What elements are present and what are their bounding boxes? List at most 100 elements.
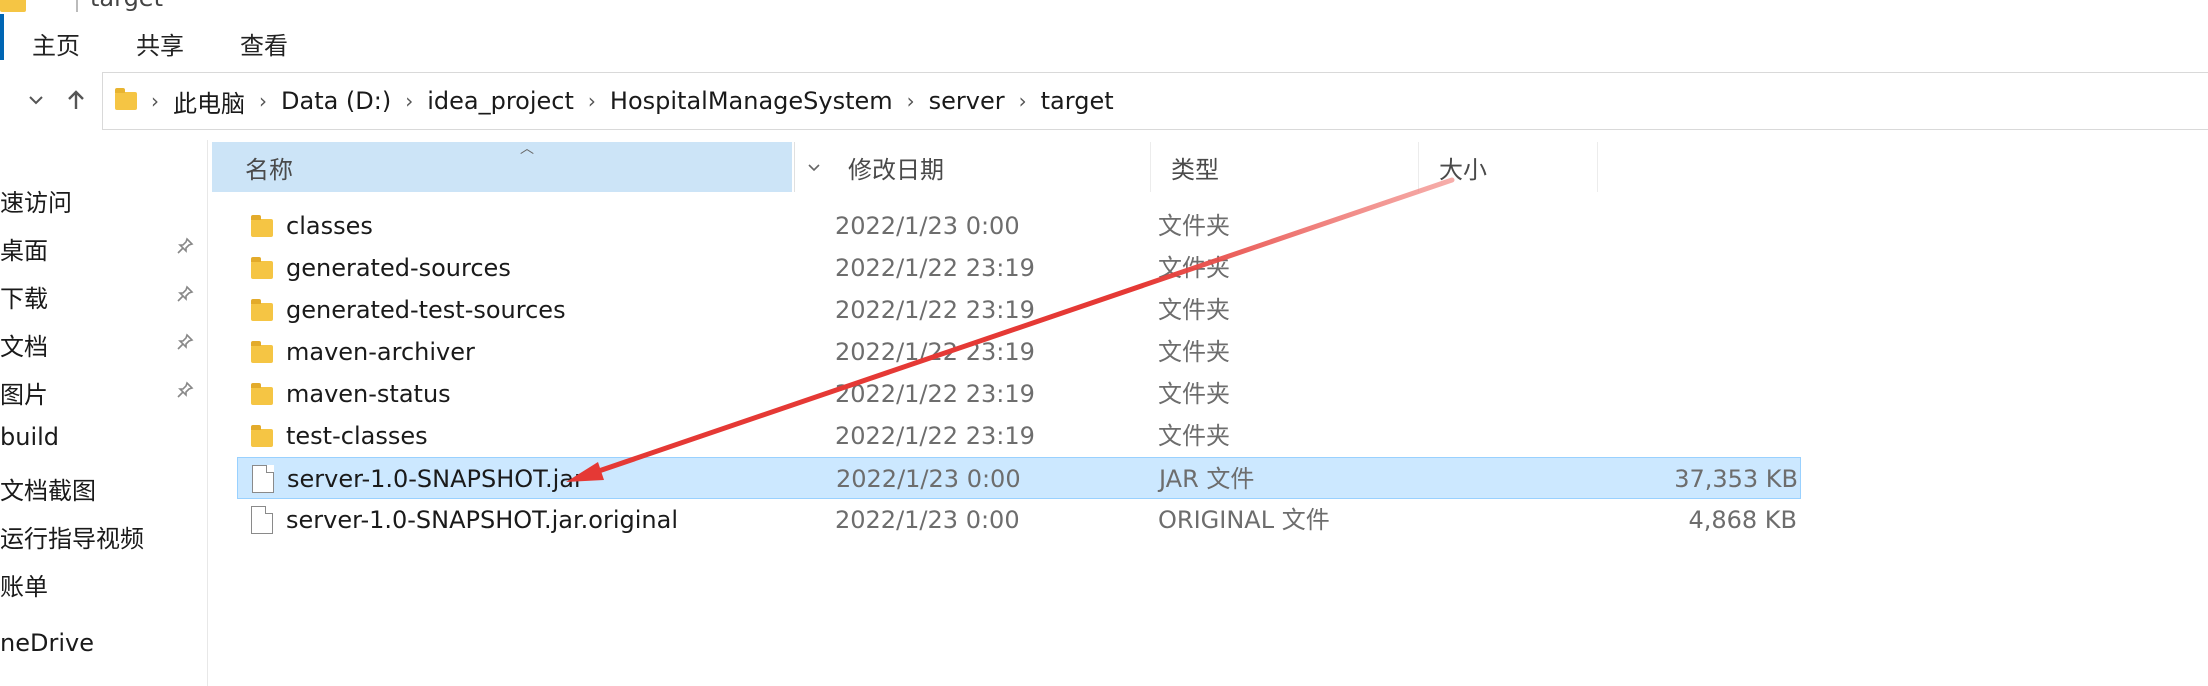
file-size: 37,353 KB [1674,465,1798,493]
title-bar: target [0,0,2208,14]
title-separator [76,0,78,12]
file-size [1457,289,1797,331]
chevron-down-icon [29,96,43,105]
file-row[interactable]: classes 2022/1/23 0:00 文件夹 [237,205,1801,247]
column-header-date[interactable]: 修改日期 [832,142,1152,192]
file-name: classes [286,212,373,240]
file-row[interactable]: generated-sources 2022/1/22 23:19 文件夹 [237,247,1801,289]
chevron-right-icon[interactable]: › [151,89,159,113]
breadcrumb-target[interactable]: target [1041,87,1114,115]
file-icon [251,506,273,534]
file-name: server-1.0-SNAPSHOT.jar.original [286,506,678,534]
file-type: ORIGINAL 文件 [1158,506,1330,534]
file-size: 4,868 KB [1688,506,1797,534]
file-row[interactable]: maven-status 2022/1/22 23:19 文件夹 [237,373,1801,415]
column-header-name[interactable]: ︿ 名称 [212,141,792,192]
chevron-down-icon [807,164,820,172]
recent-locations-button[interactable] [16,80,56,120]
file-size [1457,373,1797,415]
folder-icon [251,341,273,363]
file-date: 2022/1/23 0:00 [835,212,1020,240]
nav-item-guide-videos[interactable]: 运行指导视频 [0,519,144,553]
nav-item-quick-access[interactable]: 速访问 [0,183,72,217]
nav-item-onedrive[interactable]: neDrive [0,629,94,663]
file-type: 文件夹 [1158,380,1230,408]
nav-item-build[interactable]: build [0,423,59,457]
folder-icon [115,88,137,110]
file-row-selected[interactable]: server-1.0-SNAPSHOT.jar 2022/1/23 0:00 J… [237,457,1801,499]
folder-icon [0,0,26,12]
nav-item-desktop[interactable]: 桌面 [0,231,48,265]
file-size [1457,247,1797,289]
column-header-type[interactable]: 类型 [1150,142,1420,192]
breadcrumb-server[interactable]: server [929,87,1005,115]
nav-item-documents[interactable]: 文档 [0,327,48,361]
sort-ascending-icon: ︿ [520,141,534,157]
file-type: 文件夹 [1158,422,1230,450]
breadcrumb-this-pc[interactable]: 此电脑 [173,84,245,119]
file-list: classes 2022/1/23 0:00 文件夹 generated-sou… [212,205,2208,685]
nav-item-pictures[interactable]: 图片 [0,375,48,409]
file-icon [252,465,274,493]
address-bar[interactable]: › 此电脑 › Data (D:) › idea_project › Hospi… [102,72,2208,130]
arrow-up-icon [68,90,84,109]
file-name: maven-status [286,380,451,408]
file-row[interactable]: generated-test-sources 2022/1/22 23:19 文… [237,289,1801,331]
breadcrumb-drive[interactable]: Data (D:) [281,87,391,115]
file-size [1457,331,1797,373]
file-date: 2022/1/22 23:19 [835,380,1035,408]
navigation-pane: 速访问 桌面 下载 文档 图片 build 文档截图 运行指导视频 账单 neD… [0,140,208,686]
file-date: 2022/1/22 23:19 [835,254,1035,282]
file-row[interactable]: test-classes 2022/1/22 23:19 文件夹 [237,415,1801,457]
file-type: 文件夹 [1158,296,1230,324]
tab-home[interactable]: 主页 [30,22,82,65]
navigation-bar: › 此电脑 › Data (D:) › idea_project › Hospi… [0,70,2208,132]
file-type: JAR 文件 [1159,465,1255,493]
nav-item-downloads[interactable]: 下载 [0,279,48,313]
file-type: 文件夹 [1158,254,1230,282]
pin-icon[interactable] [176,285,194,303]
chevron-right-icon[interactable]: › [588,89,596,113]
folder-icon [251,257,273,279]
file-name: test-classes [286,422,428,450]
nav-item-bills[interactable]: 账单 [0,567,48,601]
chevron-right-icon[interactable]: › [1019,89,1027,113]
file-name: generated-sources [286,254,511,282]
column-header-name-label: 名称 [245,155,293,184]
file-date: 2022/1/22 23:19 [835,338,1035,366]
file-size [1457,205,1797,247]
chevron-right-icon[interactable]: › [907,89,915,113]
file-date: 2022/1/23 0:00 [835,506,1020,534]
pin-icon[interactable] [176,333,194,351]
ribbon: 主页 共享 查看 [0,14,2208,64]
file-type: 文件夹 [1158,212,1230,240]
file-name: maven-archiver [286,338,475,366]
file-row[interactable]: server-1.0-SNAPSHOT.jar.original 2022/1/… [237,499,1801,541]
window-title: target [90,0,163,12]
column-filter-button[interactable] [794,142,832,192]
file-date: 2022/1/22 23:19 [835,422,1035,450]
tab-share[interactable]: 共享 [134,22,186,65]
pin-icon[interactable] [176,381,194,399]
file-name: generated-test-sources [286,296,566,324]
chevron-right-icon[interactable]: › [405,89,413,113]
file-tab-accent[interactable] [0,14,4,60]
file-date: 2022/1/22 23:19 [835,296,1035,324]
column-header-size[interactable]: 大小 [1418,142,1598,192]
breadcrumb-hospital-manage-system[interactable]: HospitalManageSystem [610,87,893,115]
folder-icon [251,425,273,447]
folder-icon [251,299,273,321]
chevron-right-icon[interactable]: › [259,89,267,113]
folder-icon [251,383,273,405]
column-headers: ︿ 名称 修改日期 类型 大小 [212,141,2208,192]
file-row[interactable]: maven-archiver 2022/1/22 23:19 文件夹 [237,331,1801,373]
pin-icon[interactable] [176,237,194,255]
file-name: server-1.0-SNAPSHOT.jar [287,465,584,493]
file-date: 2022/1/23 0:00 [836,465,1021,493]
nav-item-doc-screenshots[interactable]: 文档截图 [0,471,96,505]
up-button[interactable] [56,80,96,120]
file-size [1457,415,1797,457]
tab-view[interactable]: 查看 [238,22,290,65]
file-type: 文件夹 [1158,338,1230,366]
breadcrumb-idea-project[interactable]: idea_project [427,87,574,115]
